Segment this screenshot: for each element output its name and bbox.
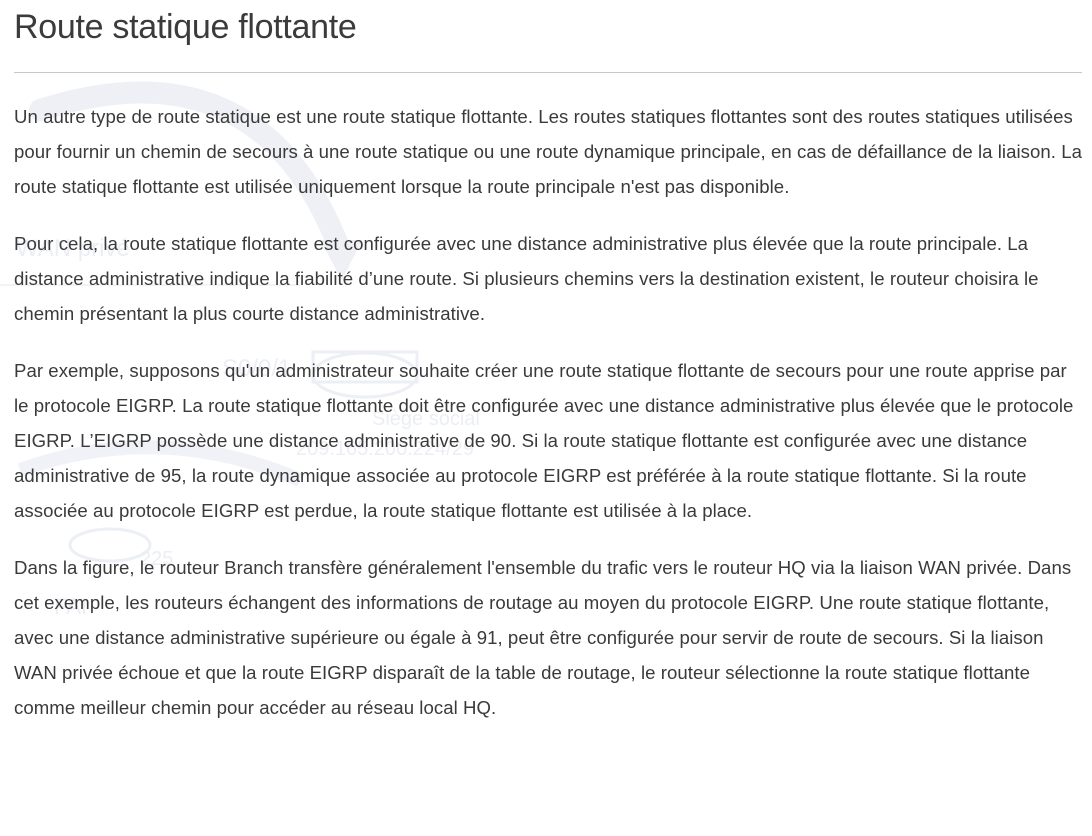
article-body: Un autre type de route statique est une …	[14, 99, 1082, 747]
paragraph-example: Par exemple, supposons qu'un administrat…	[14, 360, 1074, 521]
paragraph-figure-explanation: Dans la figure, le routeur Branch transf…	[14, 557, 1072, 718]
paragraph-administrative-distance: Pour cela, la route statique flottante e…	[14, 233, 1039, 324]
paragraph-intro: Un autre type de route statique est une …	[14, 106, 1083, 197]
title-divider	[14, 72, 1082, 73]
page-title: Route statique flottante	[14, 8, 357, 46]
page-container: Route statique flottante Un autre type d…	[14, 0, 1082, 836]
